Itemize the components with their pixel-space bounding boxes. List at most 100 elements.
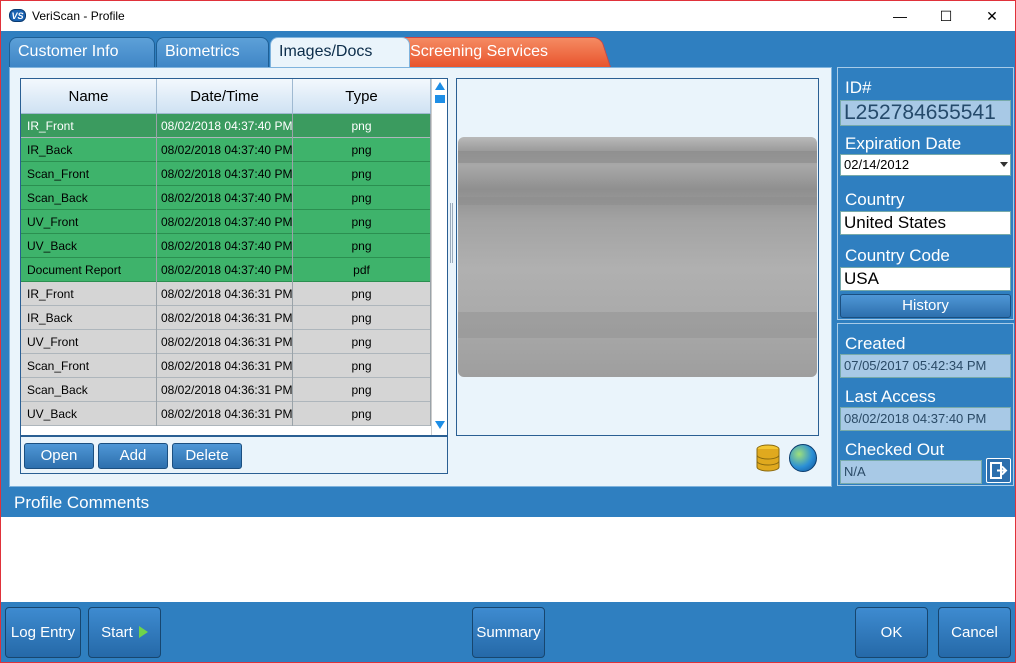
profile-window: VS VeriScan - Profile — ☐ ✕ Customer Inf…	[0, 0, 1016, 663]
table-row[interactable]: Scan_Front 08/02/2018 04:36:31 PM png	[21, 354, 431, 378]
images-docs-panel: Name Date/Time Type IR_Front 08/02/2018 0…	[9, 67, 832, 487]
expiration-date-label: Expiration Date	[845, 134, 962, 153]
chevron-down-icon[interactable]	[1000, 162, 1008, 167]
window-title: VeriScan - Profile	[32, 9, 125, 23]
table-cell-type: png	[293, 210, 431, 234]
delete-button[interactable]: Delete	[172, 443, 242, 469]
profile-comments-header: Profile Comments	[1, 489, 1015, 517]
splitter-handle[interactable]	[450, 203, 453, 263]
log-entry-button[interactable]: Log Entry	[5, 607, 81, 658]
table-cell-name: Scan_Front	[21, 354, 157, 378]
table-cell-name: UV_Back	[21, 234, 157, 258]
table-cell-type: pdf	[293, 258, 431, 282]
table-cell-type: png	[293, 330, 431, 354]
table-row[interactable]: Document Report 08/02/2018 04:37:40 PM pdf	[21, 258, 431, 282]
checkout-button[interactable]	[986, 458, 1011, 483]
minimize-button[interactable]: —	[877, 1, 923, 31]
country-code-label: Country Code	[845, 246, 950, 265]
table-row[interactable]: UV_Back 08/02/2018 04:36:31 PM png	[21, 402, 431, 426]
table-cell-datetime: 08/02/2018 04:36:31 PM	[157, 354, 293, 378]
cancel-button[interactable]: Cancel	[938, 607, 1011, 658]
grid-body: IR_Front 08/02/2018 04:37:40 PM png IR_Back…	[21, 114, 431, 426]
grid-header: Name Date/Time Type	[21, 79, 431, 114]
table-cell-name: Document Report	[21, 258, 157, 282]
summary-button[interactable]: Summary	[472, 607, 545, 658]
table-cell-datetime: 08/02/2018 04:37:40 PM	[157, 234, 293, 258]
tab-screening-services-label: Screening Services	[410, 43, 548, 60]
table-row[interactable]: UV_Front 08/02/2018 04:37:40 PM png	[21, 210, 431, 234]
id-field: L252784655541	[840, 100, 1011, 126]
table-cell-name: IR_Back	[21, 306, 157, 330]
title-bar: VS VeriScan - Profile — ☐ ✕	[1, 1, 1015, 31]
database-icon[interactable]	[756, 444, 780, 472]
scroll-up-arrow-icon[interactable]	[435, 82, 445, 90]
table-cell-type: png	[293, 138, 431, 162]
country-code-field[interactable]: USA	[840, 267, 1011, 291]
table-cell-type: png	[293, 306, 431, 330]
scroll-down-arrow-icon[interactable]	[435, 421, 445, 429]
tab-biometrics[interactable]: Biometrics	[156, 37, 269, 67]
table-cell-datetime: 08/02/2018 04:36:31 PM	[157, 378, 293, 402]
scroll-thumb[interactable]	[435, 95, 445, 103]
globe-icon[interactable]	[789, 444, 817, 472]
tab-images-docs[interactable]: Images/Docs	[270, 37, 410, 68]
grid-toolbar: Open Add Delete	[20, 436, 448, 474]
open-button[interactable]: Open	[24, 443, 94, 469]
table-row[interactable]: Scan_Back 08/02/2018 04:37:40 PM png	[21, 186, 431, 210]
table-row[interactable]: Scan_Front 08/02/2018 04:37:40 PM png	[21, 162, 431, 186]
table-cell-name: Scan_Back	[21, 186, 157, 210]
table-row[interactable]: Scan_Back 08/02/2018 04:36:31 PM png	[21, 378, 431, 402]
table-cell-datetime: 08/02/2018 04:36:31 PM	[157, 402, 293, 426]
dates-panel: Created 07/05/2017 05:42:34 PM Last Acce…	[837, 323, 1014, 486]
table-cell-type: png	[293, 402, 431, 426]
column-header-name[interactable]: Name	[21, 79, 157, 114]
table-cell-type: png	[293, 162, 431, 186]
tab-strip: Customer Info Biometrics Screening Servi…	[1, 31, 1015, 68]
id-panel: ID# L252784655541 Expiration Date 02/14/…	[837, 67, 1014, 320]
id-label: ID#	[845, 78, 872, 97]
table-cell-name: IR_Back	[21, 138, 157, 162]
table-cell-name: IR_Front	[21, 114, 157, 138]
grid-scrollbar[interactable]	[431, 79, 447, 435]
table-row[interactable]: UV_Front 08/02/2018 04:36:31 PM png	[21, 330, 431, 354]
image-viewer	[456, 78, 819, 436]
add-button[interactable]: Add	[98, 443, 168, 469]
history-button[interactable]: History	[840, 294, 1011, 318]
table-row[interactable]: IR_Front 08/02/2018 04:37:40 PM png	[21, 114, 431, 138]
ok-button[interactable]: OK	[855, 607, 928, 658]
table-cell-type: png	[293, 378, 431, 402]
table-row[interactable]: UV_Back 08/02/2018 04:37:40 PM png	[21, 234, 431, 258]
table-row[interactable]: IR_Back 08/02/2018 04:36:31 PM png	[21, 306, 431, 330]
column-header-type[interactable]: Type	[293, 79, 431, 114]
column-header-datetime[interactable]: Date/Time	[157, 79, 293, 114]
table-cell-name: Scan_Back	[21, 378, 157, 402]
veriscan-logo-icon: VS	[9, 9, 26, 22]
checked-out-label: Checked Out	[845, 440, 945, 459]
table-cell-name: IR_Front	[21, 282, 157, 306]
profile-comments-input[interactable]	[1, 517, 1015, 602]
table-cell-datetime: 08/02/2018 04:37:40 PM	[157, 210, 293, 234]
last-access-field: 08/02/2018 04:37:40 PM	[840, 407, 1011, 431]
table-cell-type: png	[293, 234, 431, 258]
file-grid: Name Date/Time Type IR_Front 08/02/2018 0…	[20, 78, 448, 436]
sign-out-icon	[990, 462, 1008, 479]
start-button[interactable]: Start	[88, 607, 161, 658]
table-cell-type: png	[293, 186, 431, 210]
tab-customer-info[interactable]: Customer Info	[9, 37, 155, 67]
start-label: Start	[101, 624, 133, 641]
table-cell-type: png	[293, 354, 431, 378]
country-field[interactable]: United States	[840, 211, 1011, 235]
footer-bar: Log Entry Start Summary OK Cancel	[1, 602, 1015, 662]
tab-screening-services[interactable]: Screening Services	[396, 37, 611, 67]
table-cell-type: png	[293, 282, 431, 306]
table-cell-name: UV_Back	[21, 402, 157, 426]
created-field: 07/05/2017 05:42:34 PM	[840, 354, 1011, 378]
expiration-date-select[interactable]: 02/14/2012	[840, 154, 1011, 176]
table-cell-name: UV_Front	[21, 210, 157, 234]
table-cell-datetime: 08/02/2018 04:37:40 PM	[157, 186, 293, 210]
table-row[interactable]: IR_Back 08/02/2018 04:37:40 PM png	[21, 138, 431, 162]
table-cell-name: UV_Front	[21, 330, 157, 354]
table-row[interactable]: IR_Front 08/02/2018 04:36:31 PM png	[21, 282, 431, 306]
close-button[interactable]: ✕	[969, 1, 1015, 31]
maximize-button[interactable]: ☐	[923, 1, 969, 31]
